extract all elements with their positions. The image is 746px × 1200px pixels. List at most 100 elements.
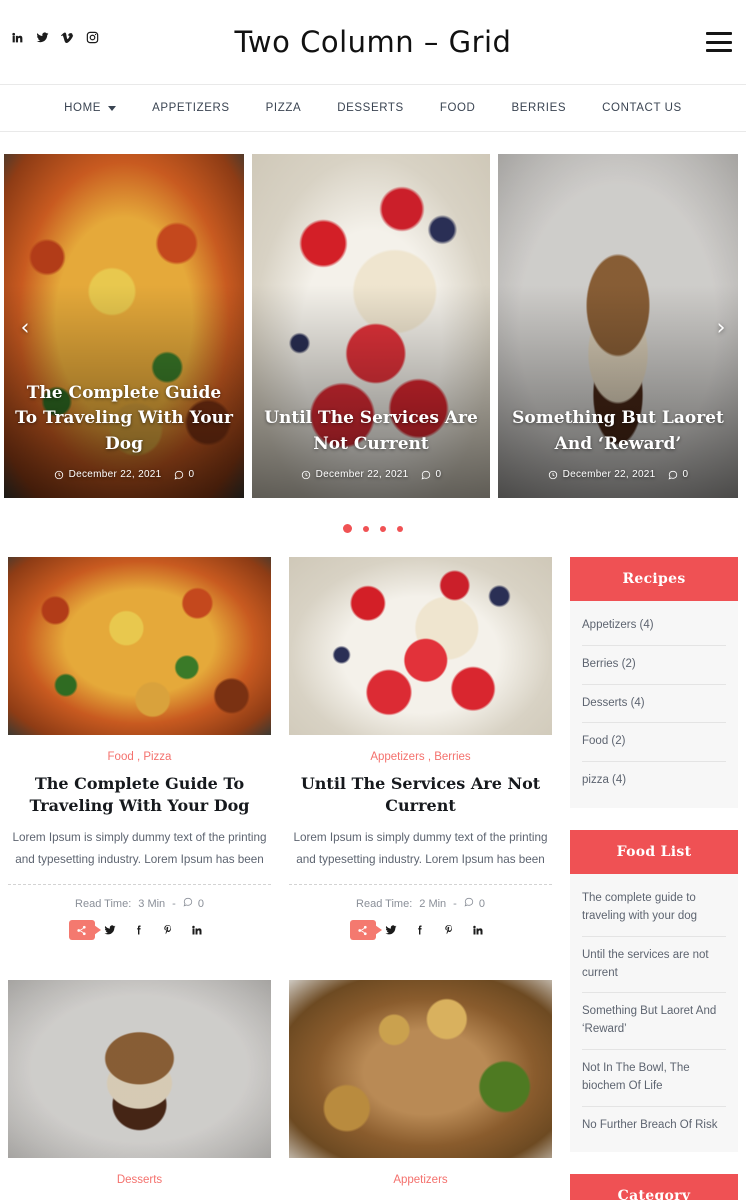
nav-item-label: BERRIES — [511, 102, 567, 114]
slider-next-button[interactable]: › — [710, 316, 732, 341]
sidebar-widget: Food List The complete guide to traveling… — [570, 830, 738, 1153]
widget-list-item[interactable]: The complete guide to traveling with you… — [582, 880, 726, 937]
post-meta: Read Time: 3 Min - 0 — [8, 897, 271, 910]
nav-item-contact-us[interactable]: CONTACT US — [584, 102, 700, 114]
slide-comment-count: 0 — [188, 469, 195, 480]
comment-icon — [668, 470, 678, 480]
share-icon[interactable] — [349, 920, 382, 941]
post-grid: Food , Pizza The Complete Guide To Travel… — [8, 557, 552, 1200]
post-title[interactable]: Until The Services Are Not Current — [289, 773, 552, 816]
linkedin-icon[interactable] — [465, 920, 492, 940]
slide-date-label: December 22, 2021 — [315, 469, 409, 480]
slide-caption: The Complete Guide To Traveling With You… — [4, 381, 244, 481]
slide-comments: 0 — [174, 469, 195, 480]
share-icon[interactable] — [68, 920, 101, 941]
chevron-down-icon — [108, 105, 117, 111]
post-categories[interactable]: Desserts — [8, 1174, 271, 1186]
meta-separator: - — [172, 897, 176, 910]
linkedin-icon[interactable] — [10, 30, 24, 44]
vimeo-icon[interactable] — [60, 30, 74, 44]
nav-item-label: CONTACT US — [602, 102, 682, 114]
nav-item-home[interactable]: HOME — [46, 102, 134, 114]
slide-comment-count: 0 — [435, 469, 442, 480]
page-root: Two Column – Grid HOME APPETIZERS PIZZA DES… — [0, 0, 746, 1200]
comment-count: 0 — [197, 897, 204, 910]
twitter-icon[interactable] — [378, 920, 405, 940]
widget-list-item[interactable]: pizza (4) — [582, 762, 726, 800]
widget-list-item[interactable]: Berries (2) — [582, 646, 726, 685]
slide-date: December 22, 2021 — [54, 469, 162, 480]
widget-body: Appetizers (4) Berries (2) Desserts (4) Foo… — [570, 601, 738, 809]
slider-slide[interactable]: Until The Services Are Not Current Decemb… — [252, 154, 490, 498]
menu-toggle-button[interactable] — [706, 32, 732, 52]
slider-dot[interactable] — [397, 525, 403, 532]
nav-item-berries[interactable]: BERRIES — [493, 102, 584, 114]
facebook-icon[interactable] — [126, 920, 153, 940]
post-thumbnail[interactable] — [8, 557, 271, 735]
slider-dot[interactable] — [343, 524, 352, 533]
post-categories[interactable]: Food , Pizza — [8, 751, 271, 763]
content-area: Food , Pizza The Complete Guide To Travel… — [0, 557, 746, 1200]
share-row — [289, 920, 552, 941]
slider-dot[interactable] — [380, 525, 386, 532]
slide-title[interactable]: Until The Services Are Not Current — [262, 406, 480, 457]
instagram-icon[interactable] — [85, 30, 99, 44]
nav-item-label: DESSERTS — [337, 102, 404, 114]
slide-comment-count: 0 — [682, 469, 689, 480]
post-thumbnail[interactable] — [8, 979, 271, 1158]
twitter-icon[interactable] — [35, 30, 49, 44]
social-links — [10, 30, 99, 44]
slide-caption: Something But Laoret And ‘Reward’ Decembe… — [498, 406, 738, 480]
nav-item-label: PIZZA — [265, 102, 302, 114]
widget-list-item[interactable]: Something But Laoret And ‘Reward’ — [582, 993, 726, 1050]
facebook-icon[interactable] — [407, 920, 434, 940]
nav-item-appetizers[interactable]: APPETIZERS — [134, 102, 248, 114]
post-card: Desserts Something But Laoret And ‘Reward… — [8, 979, 271, 1200]
post-divider — [8, 884, 271, 886]
slide-title[interactable]: The Complete Guide To Traveling With You… — [14, 381, 234, 458]
post-title[interactable]: Something But Laoret And ‘Reward’ — [8, 1196, 271, 1200]
pinterest-icon[interactable] — [155, 920, 182, 940]
featured-slider: ‹ › The Complete Guide To Traveling With… — [0, 154, 746, 502]
widget-list-item[interactable]: Until the services are not current — [582, 937, 726, 994]
post-thumbnail[interactable] — [289, 557, 552, 735]
post-categories[interactable]: Appetizers , Berries — [289, 751, 552, 763]
slider-slide[interactable]: Something But Laoret And ‘Reward’ Decembe… — [498, 154, 738, 498]
post-excerpt: Lorem Ipsum is simply dummy text of the … — [293, 831, 548, 866]
slider-slide[interactable]: The Complete Guide To Traveling With You… — [4, 154, 244, 498]
widget-list-item[interactable]: No Further Breach Of Risk — [582, 1107, 726, 1145]
post-divider — [289, 884, 552, 886]
hamburger-bar — [706, 32, 732, 35]
slide-date: December 22, 2021 — [548, 469, 656, 480]
meta-separator: - — [453, 897, 457, 910]
slider-dot[interactable] — [363, 525, 369, 532]
nav-item-food[interactable]: FOOD — [422, 102, 494, 114]
widget-list-item[interactable]: Not In The Bowl, The biochem Of Life — [582, 1050, 726, 1107]
read-time-value: 3 Min — [138, 897, 166, 910]
post-excerpt: Lorem Ipsum is simply dummy text of the … — [12, 831, 267, 866]
widget-list-item[interactable]: Appetizers (4) — [582, 607, 726, 646]
twitter-icon[interactable] — [97, 920, 124, 940]
linkedin-icon[interactable] — [184, 920, 211, 940]
post-thumbnail[interactable] — [289, 979, 552, 1158]
slider-track: The Complete Guide To Traveling With You… — [0, 154, 746, 498]
slide-meta: December 22, 2021 0 — [262, 469, 480, 480]
nav-item-pizza[interactable]: PIZZA — [248, 102, 320, 114]
read-time-label: Read Time: — [356, 897, 413, 910]
pinterest-icon[interactable] — [436, 920, 463, 940]
widget-list-item[interactable]: Food (2) — [582, 723, 726, 763]
slider-prev-button[interactable]: ‹ — [14, 316, 36, 341]
nav-item-label: HOME — [64, 102, 102, 114]
post-title[interactable]: Not In The Bowl, The Biochem Of Life — [289, 1196, 552, 1200]
widget-title: Category Collection — [570, 1174, 738, 1200]
comment-icon — [421, 470, 431, 480]
nav-item-desserts[interactable]: DESSERTS — [319, 102, 422, 114]
slide-title[interactable]: Something But Laoret And ‘Reward’ — [508, 406, 728, 457]
widget-list-item[interactable]: Desserts (4) — [582, 685, 726, 724]
share-row — [8, 920, 271, 941]
post-categories[interactable]: Appetizers — [289, 1174, 552, 1186]
slide-meta: December 22, 2021 0 — [14, 469, 234, 480]
clock-icon — [301, 470, 311, 480]
post-title[interactable]: The Complete Guide To Traveling With You… — [8, 773, 271, 816]
clock-icon — [548, 470, 558, 480]
